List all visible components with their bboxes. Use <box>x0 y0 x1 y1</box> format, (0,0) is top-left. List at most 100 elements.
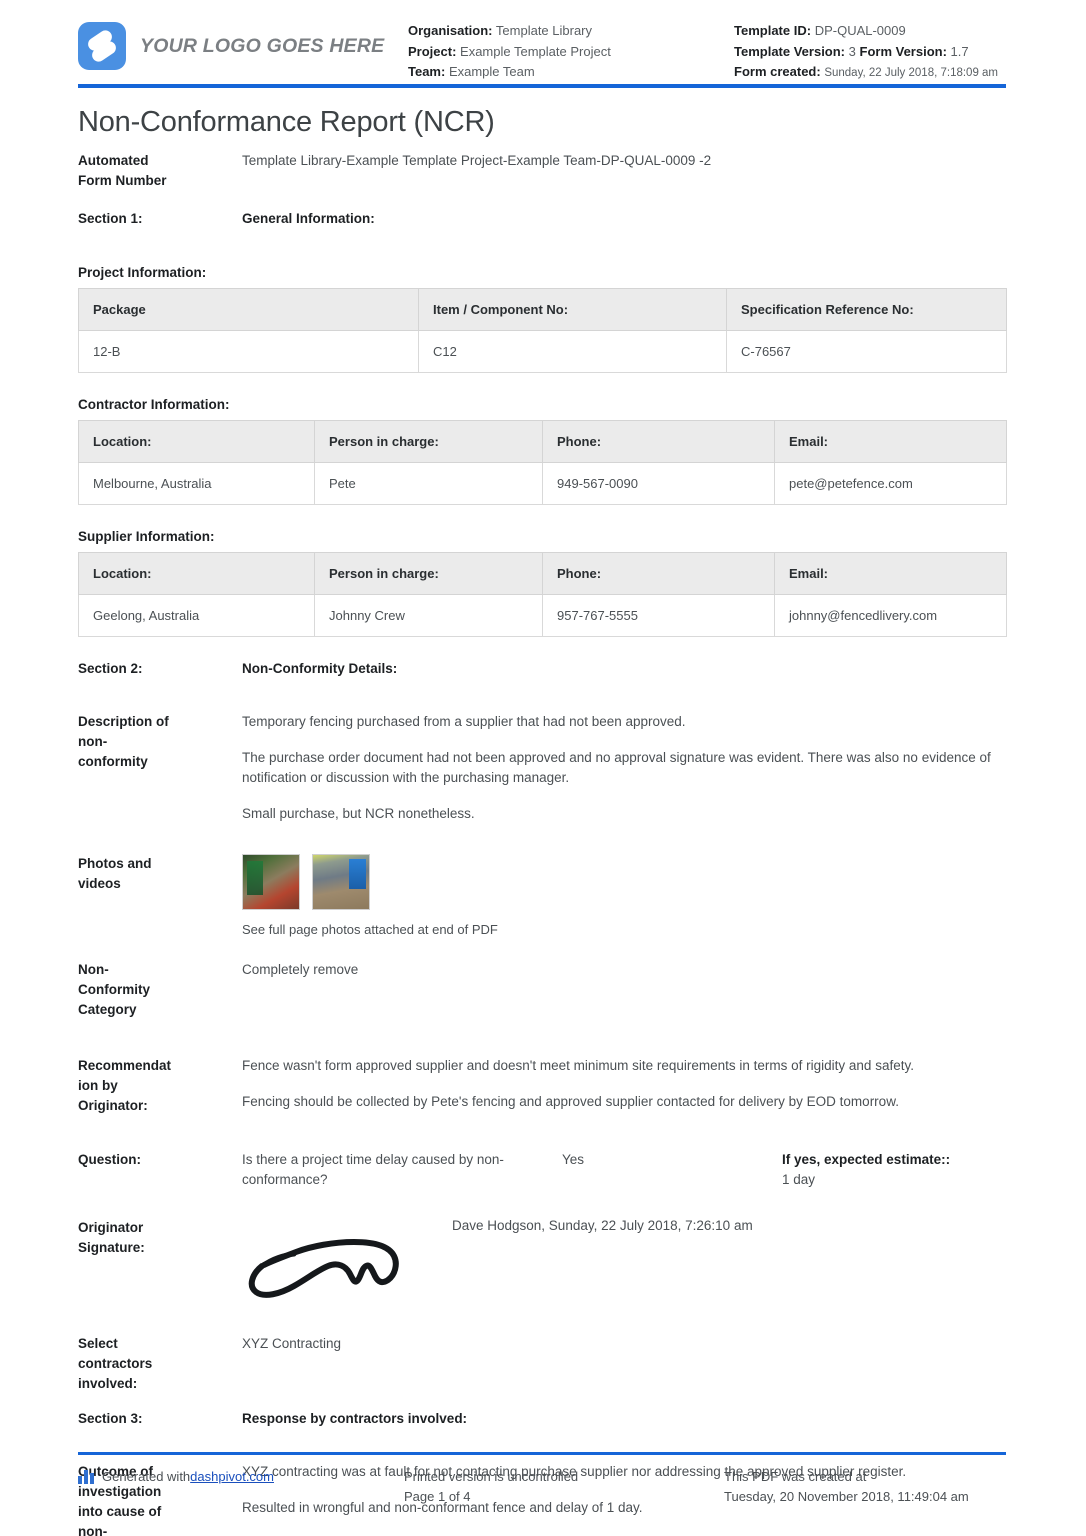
header-template-version-value: 3 <box>848 43 856 59</box>
recommendation-label: Recommendat ion by Originator: <box>78 1056 242 1116</box>
photos-label-line2: videos <box>78 876 121 891</box>
column-header-specification-reference-no: Specification Reference No: <box>726 288 1007 331</box>
signature-label: Originator Signature: <box>78 1218 242 1258</box>
recommendation-value: Fence wasn't form approved supplier and … <box>242 1056 1006 1112</box>
cell-email: pete@petefence.com <box>774 462 1007 505</box>
column-header-phone: Phone: <box>542 552 775 595</box>
contractors-involved-label-line1: Select <box>78 1336 118 1351</box>
document-footer: Generated with dashpivot.com Printed ver… <box>78 1452 1006 1507</box>
header-project: Project: Example Template Project <box>408 42 734 63</box>
logo-text: YOUR LOGO GOES HERE <box>140 34 385 57</box>
contractors-involved-label-line2: contractors <box>78 1356 153 1371</box>
header-versions: Template Version: 3 Form Version: 1.7 <box>734 42 998 63</box>
header-form-version-label: Form Version: <box>859 43 947 59</box>
contractor-information-heading: Contractor Information: <box>78 397 230 412</box>
section-2-row: Section 2: Non-Conformity Details: <box>78 659 1006 679</box>
footer-created-timestamp: Tuesday, 20 November 2018, 11:49:04 am <box>724 1489 969 1504</box>
question-extra-label: If yes, expected estimate:: <box>782 1152 951 1167</box>
contractors-involved-label-line3: involved: <box>78 1376 138 1391</box>
column-header-person-in-charge: Person in charge: <box>314 420 543 463</box>
signature-row: Originator Signature: Dave Hodgson, Sund… <box>78 1218 1006 1304</box>
cell-location: Melbourne, Australia <box>78 462 315 505</box>
description-label-line2: non- <box>78 734 108 749</box>
header-team-label: Team: <box>408 64 446 79</box>
cell-phone: 957-767-5555 <box>542 594 775 637</box>
signature-area: Dave Hodgson, Sunday, 22 July 2018, 7:26… <box>242 1218 1006 1304</box>
footer-created: This PDF was created at Tuesday, 20 Nove… <box>724 1467 1006 1507</box>
header-meta-right: Template ID: DP-QUAL-0009 Template Versi… <box>734 18 998 84</box>
header-project-value: Example Template Project <box>460 43 611 59</box>
table-header-row: Package Item / Component No: Specificati… <box>78 288 1007 331</box>
header-divider <box>78 84 1006 88</box>
section-2-title: Non-Conformity Details: <box>242 661 398 676</box>
description-row: Description of non- conformity Temporary… <box>78 712 1006 824</box>
photo-thumbnail-1[interactable] <box>242 854 300 910</box>
header-form-created-label: Form created: <box>734 64 821 79</box>
supplier-information-table: Location: Person in charge: Phone: Email… <box>78 552 1007 637</box>
category-label-line2: Conformity <box>78 982 150 997</box>
table-header-row: Location: Person in charge: Phone: Email… <box>78 420 1007 463</box>
category-row: Non- Conformity Category Completely remo… <box>78 960 1006 1020</box>
page-title: Non-Conformance Report (NCR) <box>78 106 495 138</box>
cell-phone: 949-567-0090 <box>542 462 775 505</box>
question-text: Is there a project time delay caused by … <box>242 1152 504 1187</box>
question-extra: If yes, expected estimate:: 1 day <box>782 1150 1006 1190</box>
question-answer: Yes <box>562 1152 585 1167</box>
footer-printed-line1: Printed version is uncontrolled <box>404 1469 579 1484</box>
footer-generated: Generated with dashpivot.com <box>78 1467 404 1507</box>
automated-form-number-label-line2: Form Number <box>78 173 167 188</box>
cell-person-in-charge: Pete <box>314 462 543 505</box>
description-paragraph: The purchase order document had not been… <box>242 750 991 785</box>
dashpivot-link[interactable]: dashpivot.com <box>190 1467 274 1487</box>
header-template-id-value: DP-QUAL-0009 <box>814 23 906 38</box>
photos-label: Photos and videos <box>78 854 242 894</box>
photos-label-line1: Photos and <box>78 856 152 871</box>
document-header: YOUR LOGO GOES HERE Organisation: Templa… <box>78 0 1006 80</box>
company-logo-icon <box>78 22 126 70</box>
column-header-email: Email: <box>774 420 1007 463</box>
header-project-label: Project: <box>408 43 457 59</box>
description-label-line3: conformity <box>78 754 148 769</box>
column-header-location: Location: <box>78 420 315 463</box>
automated-form-number-value: Template Library-Example Template Projec… <box>242 153 712 168</box>
description-paragraph: Temporary fencing purchased from a suppl… <box>242 714 686 729</box>
cell-specification-reference-no: C-76567 <box>726 330 1007 373</box>
section-3-label: Section 3: <box>78 1411 143 1426</box>
footer-generated-prefix: Generated with <box>102 1469 191 1484</box>
automated-form-number-label: Automated Form Number <box>78 151 242 191</box>
section-2-label: Section 2: <box>78 661 143 676</box>
photo-thumbnail-2[interactable] <box>312 854 370 910</box>
footer-printed: Printed version is uncontrolled Page 1 o… <box>404 1467 724 1507</box>
description-label-line1: Description of <box>78 714 169 729</box>
contractor-information-table: Location: Person in charge: Phone: Email… <box>78 420 1007 505</box>
header-meta-left: Organisation: Template Library Project: … <box>408 18 734 83</box>
category-label-line1: Non- <box>78 962 109 977</box>
originator-signature-image <box>242 1232 407 1309</box>
table-row: 12-B C12 C-76567 <box>78 330 1007 373</box>
header-template-id-label: Template ID: <box>734 23 812 38</box>
cell-item-component-no: C12 <box>418 330 727 373</box>
category-label: Non- Conformity Category <box>78 960 242 1020</box>
table-row: Melbourne, Australia Pete 949-567-0090 p… <box>78 462 1007 505</box>
header-form-version-value: 1.7 <box>950 43 969 59</box>
question-extra-value: 1 day <box>782 1172 816 1187</box>
cell-email: johnny@fencedlivery.com <box>774 594 1007 637</box>
header-organisation-value: Template Library <box>495 23 593 38</box>
column-header-person-in-charge: Person in charge: <box>314 552 543 595</box>
header-template-id: Template ID: DP-QUAL-0009 <box>734 21 998 42</box>
footer-created-line1: This PDF was created at <box>724 1469 867 1484</box>
logo-block: YOUR LOGO GOES HERE <box>78 18 408 70</box>
column-header-phone: Phone: <box>542 420 775 463</box>
bar-chart-icon <box>78 1469 94 1484</box>
description-label: Description of non- conformity <box>78 712 242 772</box>
contractors-involved-label: Select contractors involved: <box>78 1334 242 1394</box>
project-information-table: Package Item / Component No: Specificati… <box>78 288 1007 373</box>
document-page: YOUR LOGO GOES HERE Organisation: Templa… <box>0 0 1086 1536</box>
section-1-title: General Information: <box>242 211 375 226</box>
column-header-email: Email: <box>774 552 1007 595</box>
photos-caption: See full page photos attached at end of … <box>242 922 498 937</box>
category-value: Completely remove <box>242 962 359 977</box>
column-header-package: Package <box>78 288 419 331</box>
photos-row: Photos and videos See full page photos a… <box>78 854 1006 940</box>
cell-person-in-charge: Johnny Crew <box>314 594 543 637</box>
